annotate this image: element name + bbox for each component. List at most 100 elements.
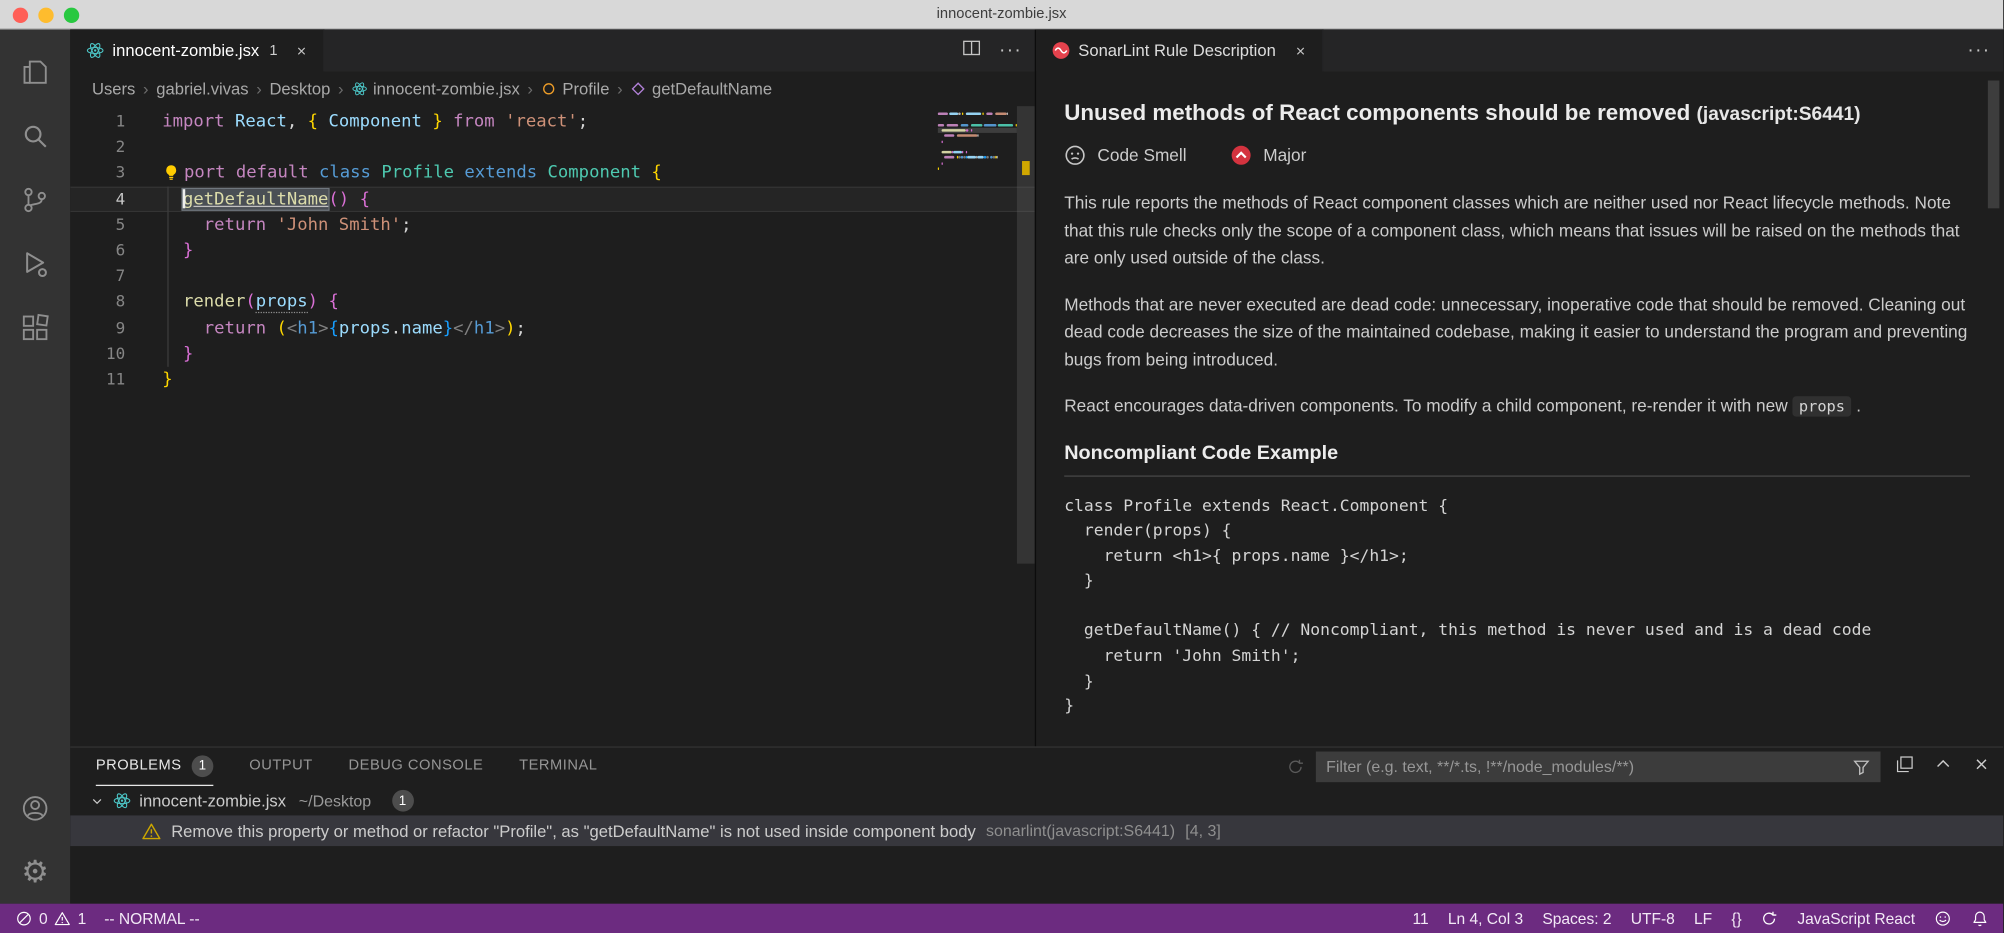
code-token <box>309 163 319 183</box>
vim-mode-indicator[interactable]: -- NORMAL -- <box>104 909 199 927</box>
breadcrumb-item-gabriel.vivas[interactable]: gabriel.vivas <box>156 79 248 98</box>
rule-title-text: Unused methods of React components shoul… <box>1064 100 1690 126</box>
breadcrumb-separator: › <box>527 79 533 98</box>
maximize-panel-icon[interactable] <box>1934 755 1952 779</box>
code-line[interactable]: 10 } <box>70 341 1035 367</box>
code-token: extends <box>464 163 537 183</box>
breadcrumb-item-Desktop[interactable]: Desktop <box>269 79 330 98</box>
problems-file-row[interactable]: innocent-zombie.jsx ~/Desktop 1 <box>70 786 2003 815</box>
code-line[interactable]: 11} <box>70 367 1035 393</box>
rule-panel-scrollbar[interactable] <box>1988 81 1999 209</box>
indentation-setting[interactable]: Spaces: 2 <box>1542 909 1611 927</box>
code-line[interactable]: 7 <box>70 263 1035 289</box>
code-line[interactable]: 6 } <box>70 238 1035 264</box>
react-file-icon <box>112 791 131 810</box>
code-token <box>443 111 453 131</box>
code-token: Profile <box>381 163 454 183</box>
code-line[interactable]: 1import React, { Component } from 'react… <box>70 109 1035 135</box>
breadcrumb-label: Users <box>92 79 135 98</box>
eol-setting[interactable]: LF <box>1694 909 1712 927</box>
code-token: } <box>162 369 172 389</box>
code-editor[interactable]: 1import React, { Component } from 'react… <box>70 106 1035 746</box>
refresh-icon[interactable] <box>1286 758 1304 782</box>
code-token: name <box>401 318 443 338</box>
panel-views-icon[interactable] <box>1896 755 1914 779</box>
more-actions-icon[interactable]: ··· <box>1967 40 1990 62</box>
notification-count[interactable]: 11 <box>1413 909 1429 927</box>
encoding-setting[interactable]: UTF-8 <box>1631 909 1675 927</box>
breadcrumb-separator: › <box>143 79 149 98</box>
minimap-line <box>970 129 972 132</box>
accounts-icon[interactable] <box>0 776 70 840</box>
filter-input[interactable] <box>1326 758 1852 776</box>
file-path: ~/Desktop <box>299 792 371 810</box>
sync-icon[interactable] <box>1761 910 1778 927</box>
minimap-line <box>970 123 982 126</box>
explorer-icon[interactable] <box>0 40 70 104</box>
feedback-icon[interactable] <box>1934 910 1951 927</box>
minimap[interactable] <box>938 111 1017 392</box>
code-token: { <box>308 111 318 131</box>
line-number: 11 <box>70 367 147 393</box>
tab-innocent-zombie[interactable]: innocent-zombie.jsx 1 <box>70 29 325 71</box>
cursor-position[interactable]: Ln 4, Col 3 <box>1448 909 1523 927</box>
close-panel-icon[interactable] <box>1973 755 1991 779</box>
language-mode[interactable]: JavaScript React <box>1797 909 1915 927</box>
code-line[interactable]: 9 return (<h1>{props.name}</h1>); <box>70 315 1035 341</box>
code-line[interactable]: 8 render(props) { <box>70 289 1035 315</box>
split-editor-icon[interactable] <box>962 38 981 64</box>
minimap-line <box>977 134 979 137</box>
close-tab-icon[interactable] <box>1294 44 1307 57</box>
minimize-window-button[interactable] <box>38 7 53 22</box>
panel-tab-output[interactable]: OUTPUT <box>249 748 312 786</box>
code-token <box>225 111 235 131</box>
code-line[interactable]: 2 <box>70 134 1035 160</box>
panel-tab-label: TERMINAL <box>519 758 597 773</box>
code-line[interactable]: 3port default class Profile extends Comp… <box>70 160 1035 186</box>
code-token: props <box>256 292 308 314</box>
panel-tab-debug-console[interactable]: DEBUG CONSOLE <box>349 748 484 786</box>
breadcrumb-item-innocent-zombie.jsx[interactable]: innocent-zombie.jsx <box>351 79 519 98</box>
example-code-line: getDefaultName() { // Noncompliant, this… <box>1064 619 1970 644</box>
zoom-window-button[interactable] <box>64 7 79 22</box>
panel-tab-terminal[interactable]: TERMINAL <box>519 748 597 786</box>
problem-row[interactable]: Remove this property or method or refact… <box>70 815 2003 846</box>
breadcrumb-item-Users[interactable]: Users <box>92 79 135 98</box>
tab-label: innocent-zombie.jsx <box>112 41 259 60</box>
close-window-button[interactable] <box>13 7 28 22</box>
breadcrumb-item-Profile[interactable]: Profile <box>541 79 610 98</box>
bell-icon[interactable] <box>1971 910 1988 927</box>
run-debug-icon[interactable] <box>0 231 70 295</box>
extensions-icon[interactable] <box>0 295 70 359</box>
code-line[interactable]: 4 getDefaultName() { <box>70 186 1035 212</box>
braces-indicator[interactable]: {} <box>1731 909 1741 927</box>
problems-panel: PROBLEMS1 OUTPUT DEBUG CONSOLE TERMINAL <box>70 746 2003 903</box>
lightbulb-icon[interactable] <box>162 164 184 182</box>
code-text <box>147 134 162 160</box>
minimap-line <box>958 112 960 115</box>
minimap-line <box>998 123 1014 126</box>
code-token <box>318 292 328 312</box>
breadcrumb-item-getDefaultName[interactable]: getDefaultName <box>630 79 772 98</box>
close-tab-icon[interactable] <box>295 44 308 57</box>
method-icon <box>630 81 647 98</box>
minimap-line <box>965 112 981 115</box>
example-code-line: class Profile extends React.Component { <box>1064 494 1970 519</box>
code-smell-icon <box>1064 144 1086 166</box>
problems-status[interactable]: 0 1 <box>15 909 86 927</box>
window-title: innocent-zombie.jsx <box>0 6 2003 21</box>
line-number: 1 <box>70 109 147 135</box>
code-line[interactable]: 5 return 'John Smith'; <box>70 212 1035 238</box>
tab-sonarlint-rule-description[interactable]: SonarLint Rule Description <box>1036 29 1323 71</box>
panel-tab-problems[interactable]: PROBLEMS1 <box>96 748 214 786</box>
filter-funnel-icon[interactable] <box>1852 758 1870 776</box>
code-token: ; <box>578 111 588 131</box>
source-control-icon[interactable] <box>0 167 70 231</box>
code-token: ( <box>245 292 255 312</box>
class-icon <box>541 81 558 98</box>
search-icon[interactable] <box>0 104 70 168</box>
more-actions-icon[interactable]: ··· <box>999 40 1022 62</box>
settings-gear-icon[interactable]: ⚙︎ <box>0 840 70 904</box>
minimap-line <box>984 123 996 126</box>
code-token <box>162 240 183 260</box>
